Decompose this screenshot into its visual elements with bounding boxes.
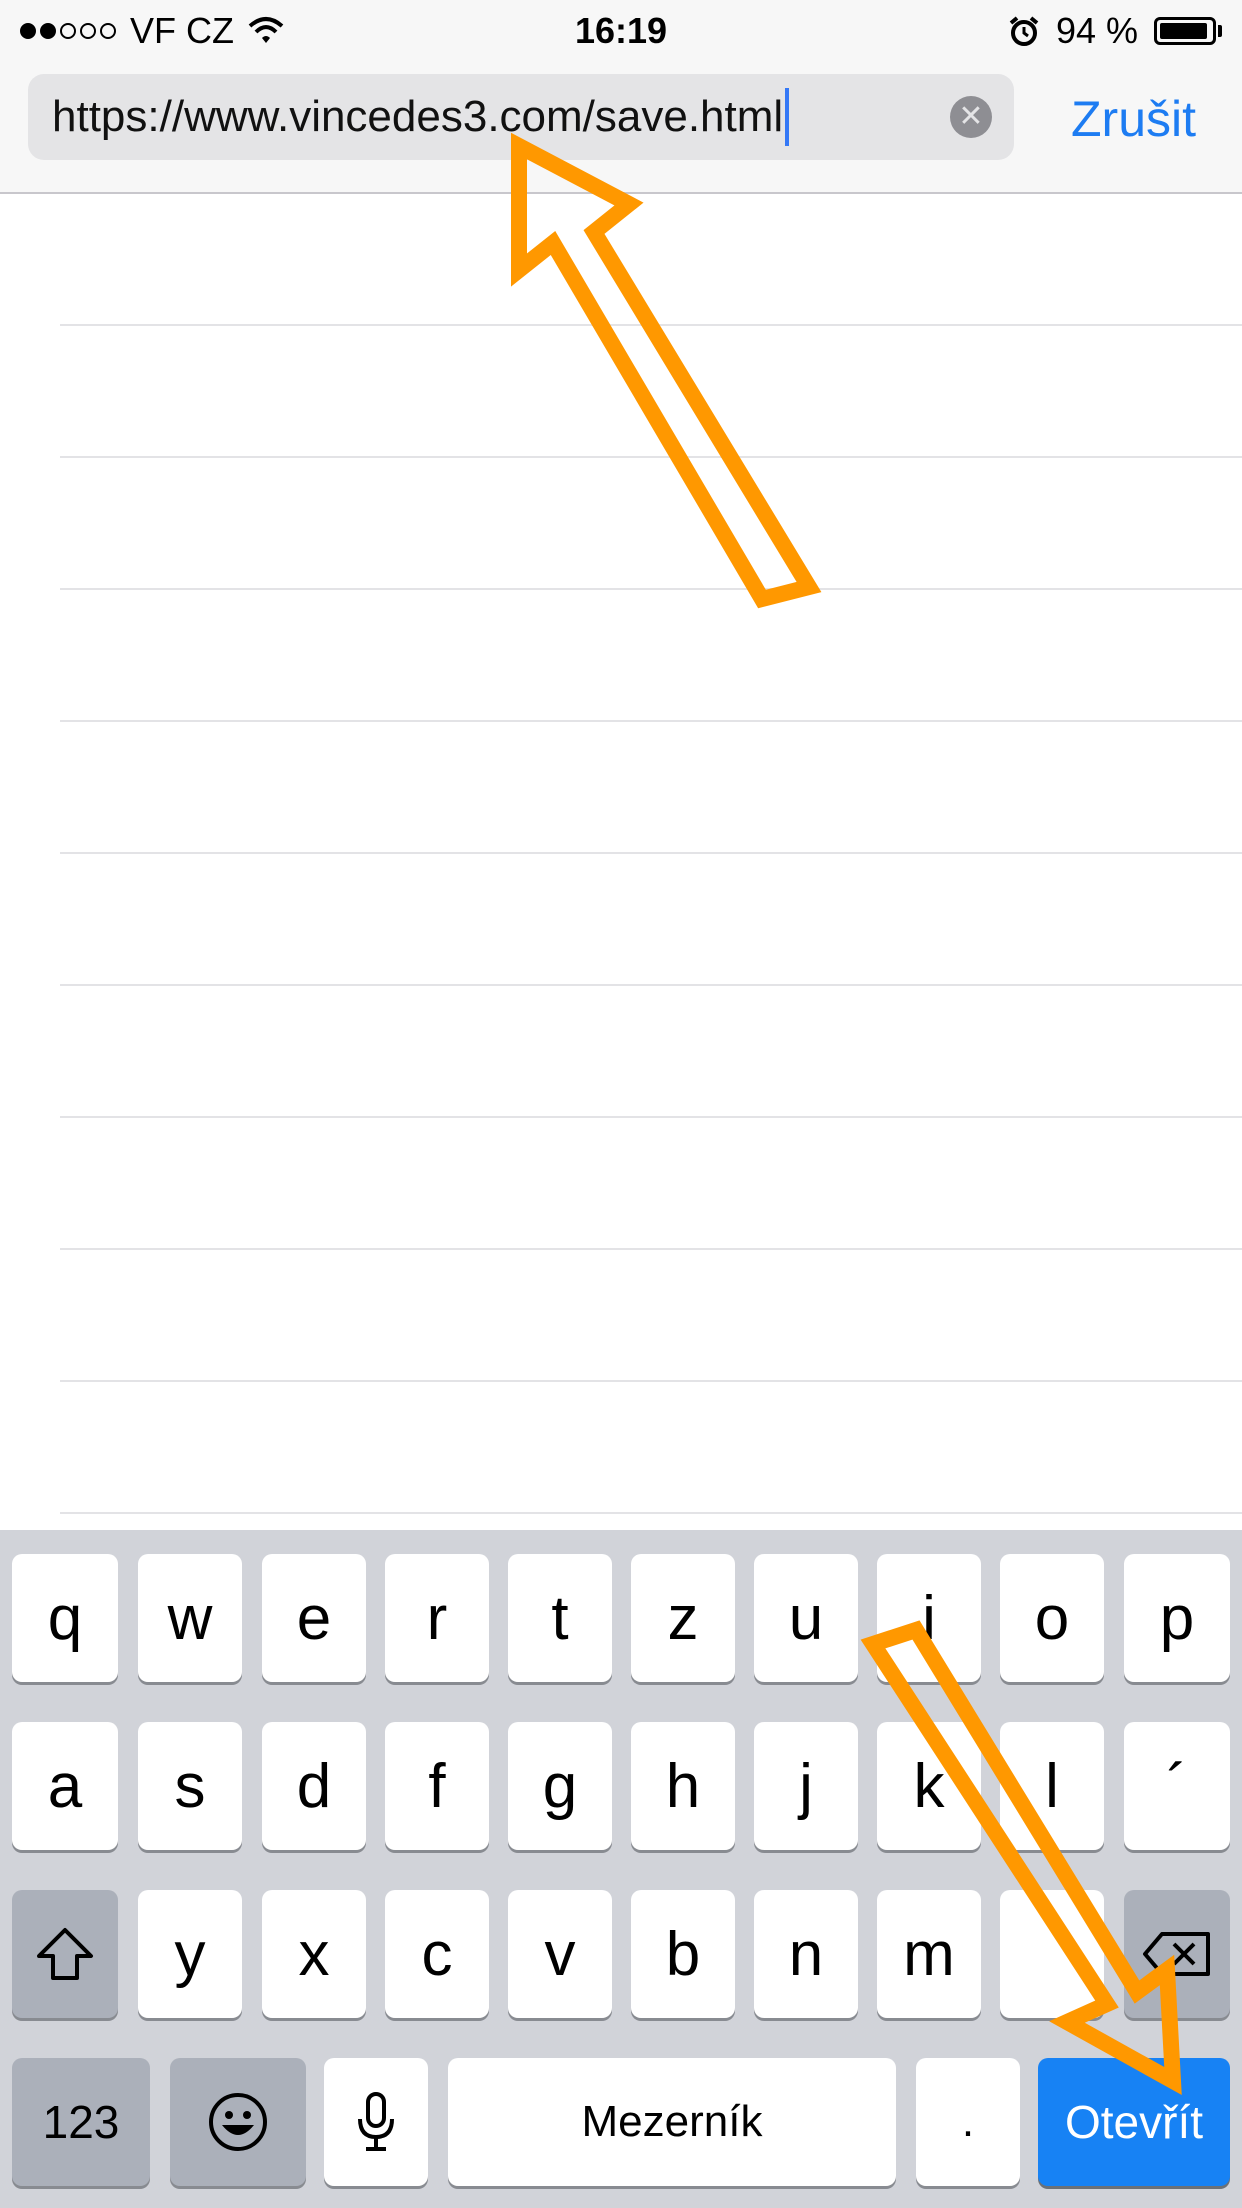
key[interactable]: h [631,1722,735,1850]
key[interactable]: t [508,1554,612,1682]
key[interactable]: s [138,1722,242,1850]
address-bar: https://www.vincedes3.com/save.html ✕ Zr… [0,62,1242,194]
key[interactable]: a [12,1722,118,1850]
space-key[interactable]: Mezerník [448,2058,896,2186]
key[interactable]: y [138,1890,242,2018]
clear-icon[interactable]: ✕ [950,96,992,138]
key[interactable]: z [631,1554,735,1682]
key[interactable]: d [262,1722,366,1850]
numbers-key[interactable]: 123 [12,2058,150,2186]
key[interactable]: u [754,1554,858,1682]
key[interactable]: n [754,1890,858,2018]
list-item [60,458,1242,590]
backspace-key[interactable] [1124,1890,1230,2018]
list-item [60,1250,1242,1382]
list-item [60,854,1242,986]
key[interactable]: ´ [1124,1722,1230,1850]
text-cursor [785,88,790,146]
keyboard: q w e r t z u i o p a s d f g h j k l ´ … [0,1530,1242,2208]
key[interactable]: p [1124,1554,1230,1682]
period-key[interactable]: . [916,2058,1020,2186]
list-item [60,1382,1242,1514]
key[interactable]: q [12,1554,118,1682]
key[interactable]: x [262,1890,366,2018]
open-button[interactable]: Otevřít [1038,2058,1230,2186]
microphone-icon [358,2092,394,2151]
emoji-icon [209,2093,267,2151]
list-item [60,326,1242,458]
list-item [60,194,1242,326]
key[interactable]: r [385,1554,489,1682]
key[interactable]: l [1000,1722,1104,1850]
key[interactable]: m [877,1890,981,2018]
url-input[interactable]: https://www.vincedes3.com/save.html ✕ [28,74,1014,160]
key[interactable]: v [508,1890,612,2018]
key[interactable]: k [877,1722,981,1850]
dictation-key[interactable] [324,2058,428,2186]
key[interactable]: w [138,1554,242,1682]
status-right: 94 % [1008,10,1222,52]
battery-percent: 94 % [1055,10,1138,51]
list-item [60,986,1242,1118]
suggestion-list [0,194,1242,1530]
key[interactable]: f [385,1722,489,1850]
list-item [60,722,1242,854]
list-item [60,1118,1242,1250]
key[interactable]: c [385,1890,489,2018]
url-text[interactable]: https://www.vincedes3.com/save.html [52,74,790,160]
cancel-button[interactable]: Zrušit [1071,76,1196,162]
key[interactable]: i [877,1554,981,1682]
key-partially-hidden[interactable] [1000,1890,1104,2018]
url-value[interactable]: https://www.vincedes3.com/save.html [52,92,783,142]
key[interactable]: o [1000,1554,1104,1682]
battery-icon [1154,17,1222,45]
status-bar: VF CZ 16:19 94 % [0,0,1242,62]
key[interactable]: e [262,1554,366,1682]
key[interactable]: j [754,1722,858,1850]
shift-icon [37,1928,93,1980]
key[interactable]: g [508,1722,612,1850]
list-item [60,590,1242,722]
alarm-icon [1009,16,1039,46]
key[interactable]: b [631,1890,735,2018]
shift-key[interactable] [12,1890,118,2018]
emoji-key[interactable] [170,2058,306,2186]
backspace-icon [1143,1932,1210,1976]
